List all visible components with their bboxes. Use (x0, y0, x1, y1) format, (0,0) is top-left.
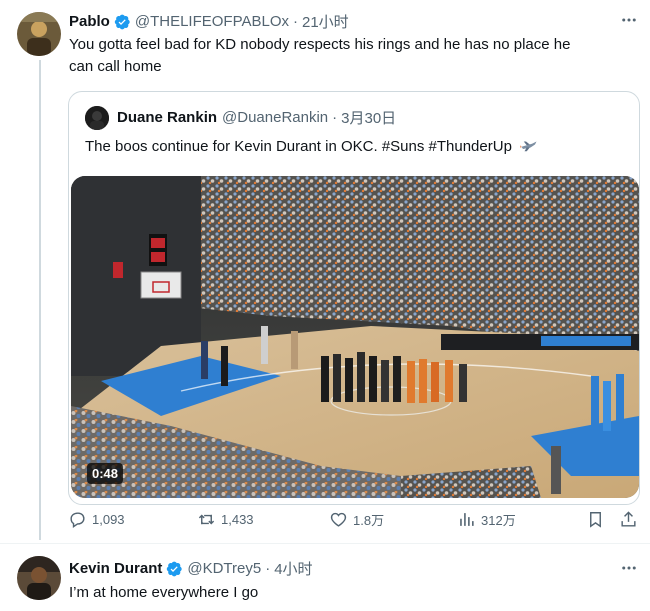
timestamp[interactable]: 4小时 (274, 558, 312, 579)
bookmark-icon (590, 512, 601, 528)
tweet-header: Pablo @THELIFEOFPABLOx · 21小时 (69, 11, 349, 32)
quoted-tweet-header: Duane Rankin @DuaneRankin · 3月30日 (117, 107, 396, 128)
tweet-pablo[interactable]: Pablo @THELIFEOFPABLOx · 21小时 You gotta … (0, 0, 650, 543)
verified-badge-icon (167, 561, 183, 576)
separator-dot: · (293, 13, 298, 30)
reply-icon (70, 512, 85, 528)
like-count: 1.8万 (353, 513, 385, 528)
views-chart-icon (460, 513, 474, 526)
timestamp[interactable]: 3月30日 (341, 107, 396, 128)
verified-badge-icon (114, 14, 130, 29)
bookmark-button[interactable] (586, 510, 610, 529)
avatar-pablo[interactable] (17, 12, 61, 56)
tweet-text: You gotta feel bad for KD nobody respect… (69, 34, 639, 78)
more-options-icon[interactable] (618, 10, 640, 30)
avatar-kevin-durant[interactable] (17, 556, 61, 600)
heart-icon (330, 512, 347, 527)
reply-button[interactable]: 1,093 (68, 510, 125, 529)
jet-emoji-icon (520, 141, 537, 152)
repost-button[interactable]: 1,433 (197, 510, 254, 529)
repost-icon (198, 514, 215, 525)
handle[interactable]: @KDTrey5 (187, 560, 261, 577)
tweet-header: Kevin Durant @KDTrey5 · 4小时 (69, 558, 313, 579)
tweet-text-line: can call home (69, 58, 162, 75)
tweet-text: I’m at home everywhere I go (69, 584, 259, 601)
video-duration: 0:48 (87, 463, 124, 484)
video-frame-arena (71, 176, 639, 498)
reply-count: 1,093 (92, 512, 125, 527)
avatar-duane-rankin[interactable] (85, 106, 109, 130)
tweet-actions: 1,093 1,433 1.8万 312万 (68, 510, 640, 532)
views-button[interactable]: 312万 (457, 510, 516, 529)
display-name[interactable]: Pablo (69, 13, 110, 30)
share-icon (621, 511, 636, 527)
separator-dot: · (332, 109, 338, 126)
share-button[interactable] (619, 510, 643, 529)
handle[interactable]: @DuaneRankin (222, 109, 328, 126)
more-options-icon[interactable] (618, 558, 640, 578)
handle[interactable]: @THELIFEOFPABLOx (135, 13, 289, 30)
quoted-tweet-text-content: The boos continue for Kevin Durant in OK… (85, 138, 512, 155)
video-player[interactable]: 0:48 (71, 176, 639, 498)
display-name[interactable]: Kevin Durant (69, 560, 162, 577)
tweet-text-line: You gotta feel bad for KD nobody respect… (69, 36, 571, 53)
thread-line (39, 60, 41, 540)
display-name[interactable]: Duane Rankin (117, 109, 217, 126)
repost-count: 1,433 (221, 512, 254, 527)
tweet-kevin-durant[interactable]: Kevin Durant @KDTrey5 · 4小时 I’m at home … (0, 544, 650, 611)
separator-dot: · (265, 560, 271, 577)
like-button[interactable]: 1.8万 (329, 510, 384, 529)
quoted-tweet-text: The boos continue for Kevin Durant in OK… (85, 136, 538, 158)
timestamp[interactable]: 21小时 (302, 11, 349, 32)
views-count: 312万 (481, 513, 516, 528)
quoted-tweet[interactable]: Duane Rankin @DuaneRankin · 3月30日 The bo… (68, 91, 640, 505)
